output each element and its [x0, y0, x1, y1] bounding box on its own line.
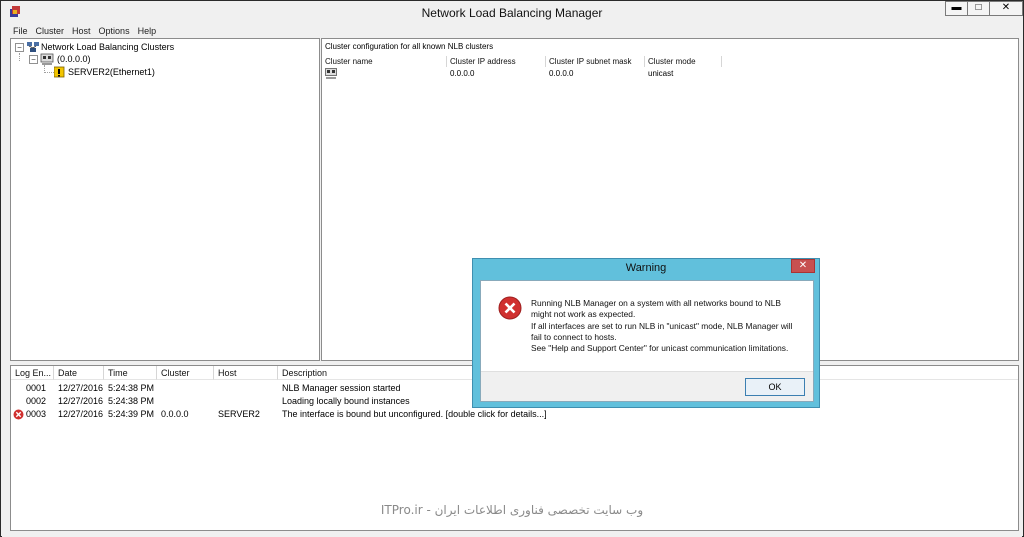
warning-dialog: Warning ✕ Running NLB Manager on a syste…	[472, 258, 820, 408]
log-description: NLB Manager session started	[282, 383, 401, 393]
cluster-config-heading: Cluster configuration for all known NLB …	[325, 42, 494, 51]
site-watermark: وب سایت تخصصی فناوری اطلاعات ایران - ITP…	[380, 503, 644, 517]
window-title: Network Load Balancing Manager	[421, 6, 603, 20]
log-description: The interface is bound but unconfigured.…	[282, 409, 547, 419]
column-header-time[interactable]: Time	[104, 366, 157, 380]
cluster-table-row[interactable]: 0.0.0.0 0.0.0.0 unicast	[322, 68, 1018, 80]
menu-bar: File Cluster Host Options Help	[2, 24, 1022, 38]
column-header-host[interactable]: Host	[214, 366, 278, 380]
log-date: 12/27/2016	[58, 396, 104, 406]
cell-subnet-mask: 0.0.0.0	[549, 69, 574, 78]
maximize-button[interactable]: □	[967, 1, 990, 16]
dialog-message-line: fail to connect to hosts.	[531, 331, 617, 342]
log-date: 12/27/2016	[58, 409, 104, 419]
status-bar	[2, 531, 1022, 537]
tree-connector	[19, 53, 20, 61]
ok-button[interactable]: OK	[745, 378, 805, 396]
menu-options[interactable]: Options	[99, 24, 130, 38]
tree-host-label[interactable]: SERVER2(Ethernet1)	[68, 66, 155, 78]
column-header-cluster-ip[interactable]: Cluster IP address	[447, 56, 546, 67]
column-header-subnet-mask[interactable]: Cluster IP subnet mask	[546, 56, 645, 67]
cluster-tree-pane[interactable]: − Network Load Balancing Clusters − (0.0…	[10, 38, 320, 361]
dialog-body: Running NLB Manager on a system with all…	[480, 280, 814, 402]
log-time: 5:24:39 PM	[108, 409, 155, 419]
menu-file[interactable]: File	[13, 24, 28, 38]
menu-cluster[interactable]: Cluster	[36, 24, 65, 38]
error-icon	[498, 296, 522, 320]
tree-root-label[interactable]: Network Load Balancing Clusters	[41, 41, 174, 53]
column-header-cluster-name[interactable]: Cluster name	[322, 56, 447, 67]
tree-connector	[44, 72, 54, 73]
log-date: 12/27/2016	[58, 383, 104, 393]
minimize-button[interactable]: ▬	[945, 1, 968, 16]
network-clusters-icon	[27, 42, 39, 52]
log-time: 5:24:38 PM	[108, 383, 155, 393]
dialog-footer: OK	[481, 371, 813, 401]
host-warning-icon	[54, 66, 65, 78]
tree-cluster-label[interactable]: (0.0.0.0)	[57, 53, 91, 65]
log-cluster: 0.0.0.0	[161, 409, 189, 419]
cluster-icon	[40, 53, 54, 65]
cluster-expander[interactable]: −	[29, 55, 38, 64]
close-button[interactable]: ✕	[989, 1, 1023, 16]
log-entry-id: 0003	[26, 409, 47, 419]
dialog-message-line: See "Help and Support Center" for unicas…	[531, 343, 789, 354]
root-expander[interactable]: −	[15, 43, 24, 52]
column-header-cluster-mode[interactable]: Cluster mode	[645, 56, 722, 67]
dialog-close-button[interactable]: ✕	[791, 259, 815, 273]
log-host: SERVER2	[218, 409, 260, 419]
cluster-table-header: Cluster name Cluster IP address Cluster …	[322, 56, 722, 67]
menu-host[interactable]: Host	[72, 24, 91, 38]
dialog-title: Warning	[625, 262, 667, 274]
error-icon	[13, 409, 24, 420]
cell-cluster-ip: 0.0.0.0	[450, 69, 475, 78]
dialog-message-line: Running NLB Manager on a system with all…	[531, 298, 781, 308]
log-entry-id: 0001	[26, 383, 47, 393]
dialog-message-line: If all interfaces are set to run NLB in …	[531, 320, 793, 331]
dialog-message-line: might not work as expected.	[531, 309, 636, 320]
dialog-message: Running NLB Manager on a system with all…	[531, 298, 811, 354]
column-header-cluster[interactable]: Cluster	[157, 366, 214, 380]
cell-cluster-mode: unicast	[648, 69, 674, 78]
column-header-date[interactable]: Date	[54, 366, 104, 380]
log-time: 5:24:38 PM	[108, 396, 155, 406]
log-row-error[interactable]: 0003 12/27/2016 5:24:39 PM 0.0.0.0 SERVE…	[11, 408, 1018, 420]
title-bar[interactable]: Network Load Balancing Manager ▬ □ ✕	[1, 1, 1023, 24]
log-entry-id: 0002	[26, 396, 47, 406]
cluster-icon	[325, 68, 337, 79]
log-description: Loading locally bound instances	[282, 396, 410, 406]
menu-help[interactable]: Help	[138, 24, 157, 38]
column-header-log-entry[interactable]: Log En...	[11, 366, 54, 380]
